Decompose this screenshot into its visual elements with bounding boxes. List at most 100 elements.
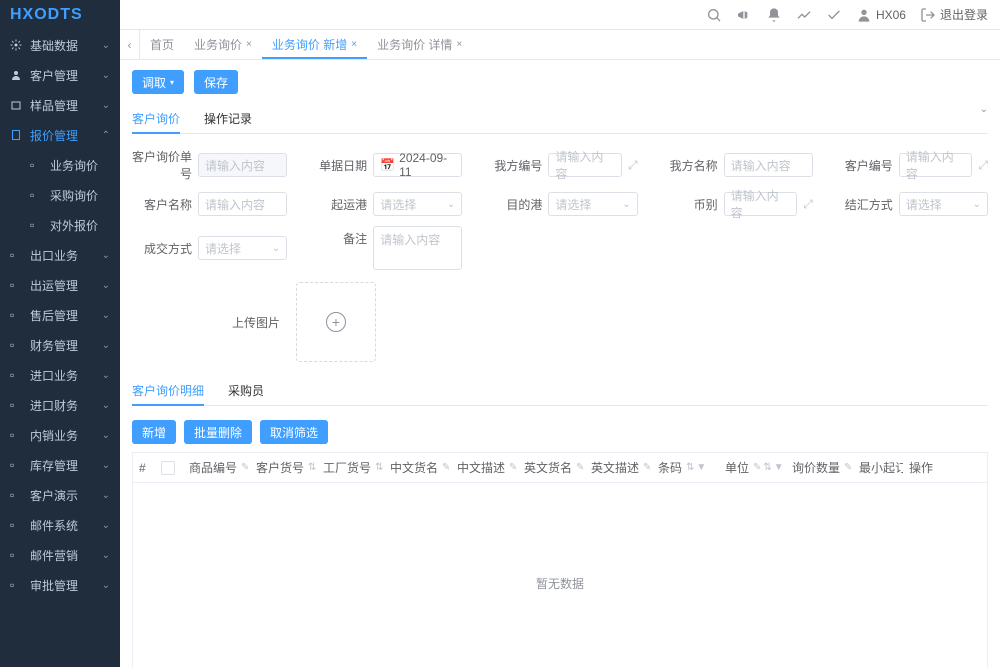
add-button[interactable]: 新增 [132, 420, 176, 444]
doc-icon: ▫ [30, 188, 44, 202]
batch-delete-button[interactable]: 批量删除 [184, 420, 252, 444]
save-button[interactable]: 保存 [194, 70, 238, 94]
tab-prev-button[interactable]: ‹ [120, 30, 140, 59]
label-inquiry-no: 客户询价单号 [132, 148, 192, 182]
mail-icon: ▫ [10, 518, 24, 532]
chevron-down-icon: ⌄ [973, 199, 981, 210]
upload-box[interactable]: + [296, 282, 376, 362]
select-trade-type[interactable]: 请选择⌄ [198, 236, 287, 260]
user-info[interactable]: HX06 [856, 7, 906, 23]
sort-icon: ⇅ [375, 462, 383, 473]
chevron-down-icon: ⌄ [102, 310, 110, 321]
gear-icon [10, 38, 24, 52]
menu-approval[interactable]: ▫审批管理⌄ [0, 570, 120, 600]
th-qty[interactable]: 询价数量✎⇅▼ [786, 459, 853, 476]
menu-sample[interactable]: 样品管理⌄ [0, 90, 120, 120]
menu-customer[interactable]: 客户管理⌄ [0, 60, 120, 90]
menu-basic-data[interactable]: 基础数据⌄ [0, 30, 120, 60]
label-cust-no: 客户编号 [833, 157, 893, 174]
select-depart-port[interactable]: 请选择⌄ [373, 192, 462, 216]
detailtab-buyer[interactable]: 采购员 [228, 376, 264, 405]
input-currency[interactable]: 请输入内容 [724, 192, 798, 216]
chevron-down-icon: ⌄ [102, 400, 110, 411]
close-icon[interactable]: × [246, 39, 252, 50]
edit-icon: ✎ [509, 462, 517, 473]
th-barcode[interactable]: 条码⇅▼ [652, 459, 719, 476]
menu-import-finance[interactable]: ▫进口财务⌄ [0, 390, 120, 420]
input-our-no[interactable]: 请输入内容 [548, 153, 622, 177]
filter-icon: ▼ [696, 462, 706, 473]
menu-mail-marketing[interactable]: ▫邮件营销⌄ [0, 540, 120, 570]
menu-mail-system[interactable]: ▫邮件系统⌄ [0, 510, 120, 540]
menu-inventory[interactable]: ▫库存管理⌄ [0, 450, 120, 480]
mail-icon: ▫ [10, 548, 24, 562]
cancel-filter-button[interactable]: 取消筛选 [260, 420, 328, 444]
tab-biz-inquiry-new[interactable]: 业务询价 新增× [262, 30, 367, 59]
logo: HXODTS [0, 0, 120, 30]
search-icon[interactable] [706, 7, 722, 23]
menu-domestic[interactable]: ▫内销业务⌄ [0, 420, 120, 450]
chevron-up-icon: ⌃ [102, 130, 110, 141]
th-cn-name[interactable]: 中文货名✎⇅▼ [384, 459, 451, 476]
edit-icon: ✎ [643, 462, 651, 473]
tab-biz-inquiry[interactable]: 业务询价× [184, 30, 262, 59]
menu-import[interactable]: ▫进口业务⌄ [0, 360, 120, 390]
th-select-all[interactable] [155, 461, 183, 475]
collapse-toggle[interactable]: ⌄ [980, 104, 988, 133]
select-dest-port[interactable]: 请选择⌄ [548, 192, 637, 216]
input-bill-date[interactable]: 📅2024-09-11 [373, 153, 462, 177]
detailtab-inquiry-detail[interactable]: 客户询价明细 [132, 376, 204, 405]
close-icon[interactable]: × [456, 39, 462, 50]
menu-quotation[interactable]: 报价管理⌃ [0, 120, 120, 150]
tab-biz-inquiry-detail[interactable]: 业务询价 详情× [367, 30, 472, 59]
chevron-down-icon: ⌄ [102, 490, 110, 501]
subtab-operation-log[interactable]: 操作记录 [204, 104, 252, 133]
chevron-down-icon: ⌄ [102, 100, 110, 111]
th-unit[interactable]: 单位✎⇅▼ [719, 459, 786, 476]
get-button[interactable]: 调取 [132, 70, 184, 94]
input-cust-no[interactable]: 请输入内容 [899, 153, 973, 177]
th-cn-desc[interactable]: 中文描述✎⇅▼ [451, 459, 518, 476]
th-moq[interactable]: 最小起订量 [853, 459, 903, 476]
lookup-icon[interactable]: ⤢ [803, 197, 813, 212]
lookup-icon[interactable]: ⤢ [628, 158, 638, 173]
logout-button[interactable]: 退出登录 [920, 6, 988, 23]
check-icon[interactable] [826, 7, 842, 23]
calendar-icon: 📅 [380, 158, 395, 172]
menu-demo[interactable]: ▫客户演示⌄ [0, 480, 120, 510]
label-bill-date: 单据日期 [307, 157, 367, 174]
menu-shipping[interactable]: ▫出运管理⌄ [0, 270, 120, 300]
input-cust-name[interactable]: 请输入内容 [198, 192, 287, 216]
th-en-name[interactable]: 英文货名✎⇅▼ [518, 459, 585, 476]
label-depart-port: 起运港 [307, 196, 367, 213]
edit-icon: ✎ [753, 462, 761, 473]
th-cust-item-no[interactable]: 客户货号⇅▼ [250, 459, 317, 476]
submenu-biz-inquiry[interactable]: ▫业务询价 [0, 150, 120, 180]
announcement-icon[interactable] [736, 7, 752, 23]
th-factory-item-no[interactable]: 工厂货号⇅▼ [317, 459, 384, 476]
submenu-external-quote[interactable]: ▫对外报价 [0, 210, 120, 240]
menu-export[interactable]: ▫出口业务⌄ [0, 240, 120, 270]
lookup-icon[interactable]: ⤢ [978, 158, 988, 173]
bell-icon[interactable] [766, 7, 782, 23]
username: HX06 [876, 8, 906, 22]
th-index: # [133, 461, 155, 475]
textarea-remark[interactable]: 请输入内容 [373, 226, 462, 270]
th-en-desc[interactable]: 英文描述✎⇅▼ [585, 459, 652, 476]
chart-icon[interactable] [796, 7, 812, 23]
menu-finance[interactable]: ▫财务管理⌄ [0, 330, 120, 360]
select-rate-type[interactable]: 请选择⌄ [899, 192, 988, 216]
label-upload: 上传图片 [220, 314, 280, 331]
close-icon[interactable]: × [351, 39, 357, 50]
subtab-customer-inquiry[interactable]: 客户询价 [132, 104, 180, 133]
input-our-name[interactable]: 请输入内容 [724, 153, 813, 177]
th-product-no[interactable]: 商品编号✎⇅▼ [183, 459, 250, 476]
label-our-no: 我方编号 [482, 157, 542, 174]
submenu-purchase-inquiry[interactable]: ▫采购询价 [0, 180, 120, 210]
logout-icon [920, 7, 936, 23]
menu-aftersale[interactable]: ▫售后管理⌄ [0, 300, 120, 330]
tab-home[interactable]: 首页 [140, 30, 184, 59]
sidebar: 基础数据⌄ 客户管理⌄ 样品管理⌄ 报价管理⌃ ▫业务询价 ▫采购询价 ▫对外报… [0, 30, 120, 667]
chevron-down-icon: ⌄ [447, 199, 455, 210]
inventory-icon: ▫ [10, 458, 24, 472]
